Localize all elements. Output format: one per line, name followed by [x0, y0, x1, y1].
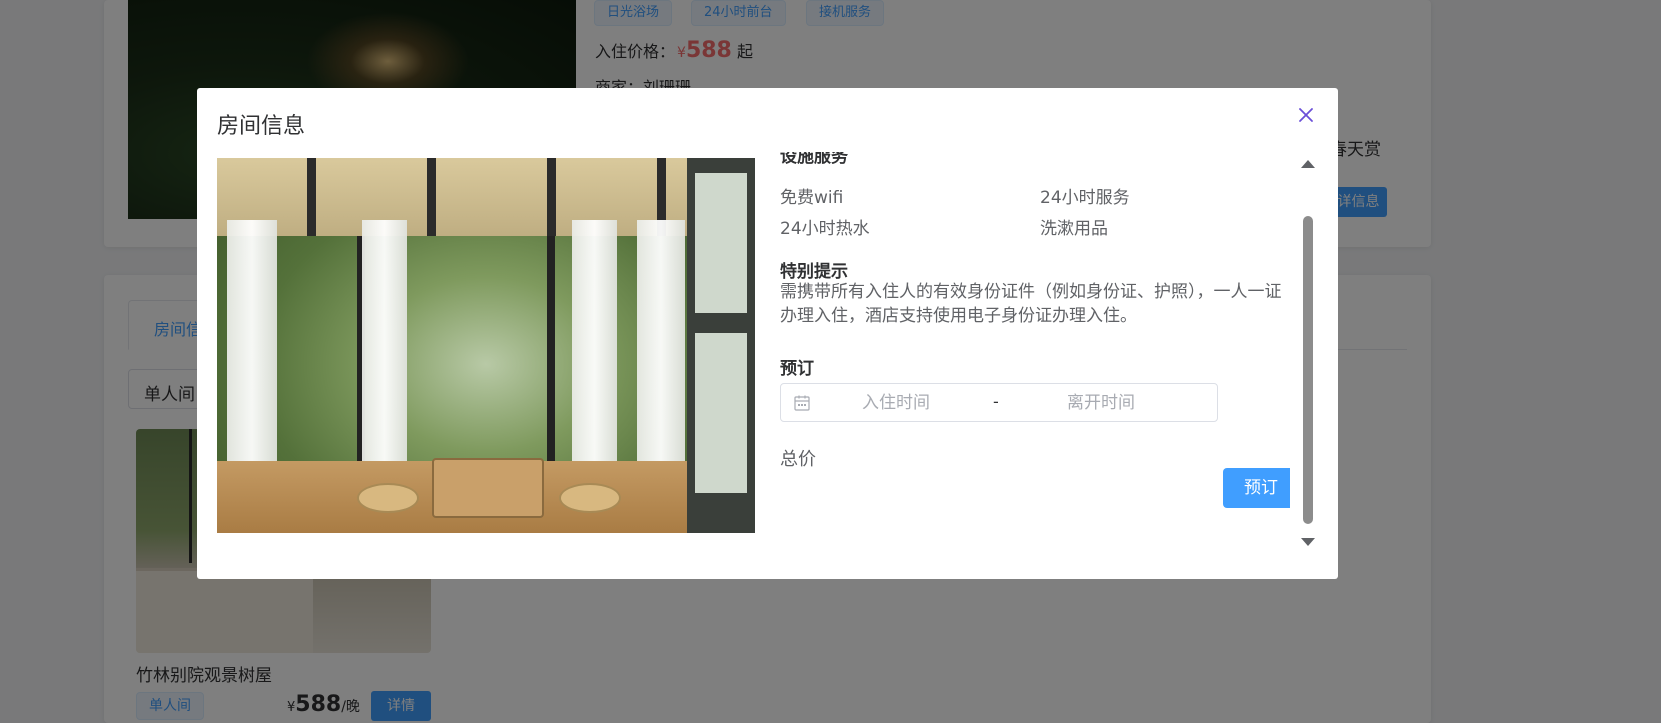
room-info-dialog: 房间信息 设施服务 免费wifi 24小时服务 24小时热水 洗漱用品 特别提示…	[197, 88, 1338, 579]
facility-item: 24小时热水	[780, 219, 870, 239]
facility-item: 免费wifi	[780, 188, 844, 208]
date-range-picker[interactable]: -	[780, 383, 1218, 422]
facilities-heading: 设施服务	[780, 152, 848, 167]
notice-heading: 特别提示	[780, 262, 848, 282]
scrollbar[interactable]	[1301, 160, 1315, 546]
scroll-up-arrow-icon[interactable]	[1301, 160, 1315, 168]
dialog-title: 房间信息	[217, 114, 306, 139]
notice-text: 需携带所有入住人的有效身份证件（例如身份证、护照），一人一证办理入住，酒店支持使…	[780, 282, 1282, 326]
close-icon[interactable]	[1294, 103, 1318, 127]
checkout-input[interactable]	[1021, 390, 1181, 416]
facility-item: 24小时服务	[1040, 188, 1130, 208]
booking-heading: 预订	[780, 359, 814, 379]
room-info-panel: 设施服务 免费wifi 24小时服务 24小时热水 洗漱用品 特别提示 需携带所…	[780, 152, 1290, 532]
scroll-down-arrow-icon[interactable]	[1301, 538, 1315, 546]
facility-item: 洗漱用品	[1040, 219, 1108, 239]
checkin-input[interactable]	[821, 390, 971, 416]
calendar-icon	[793, 394, 811, 416]
total-price-label: 总价	[780, 449, 816, 470]
room-photo	[217, 158, 755, 533]
date-separator: -	[993, 392, 999, 411]
book-button[interactable]: 预订	[1223, 468, 1290, 508]
scrollbar-thumb[interactable]	[1303, 216, 1313, 524]
